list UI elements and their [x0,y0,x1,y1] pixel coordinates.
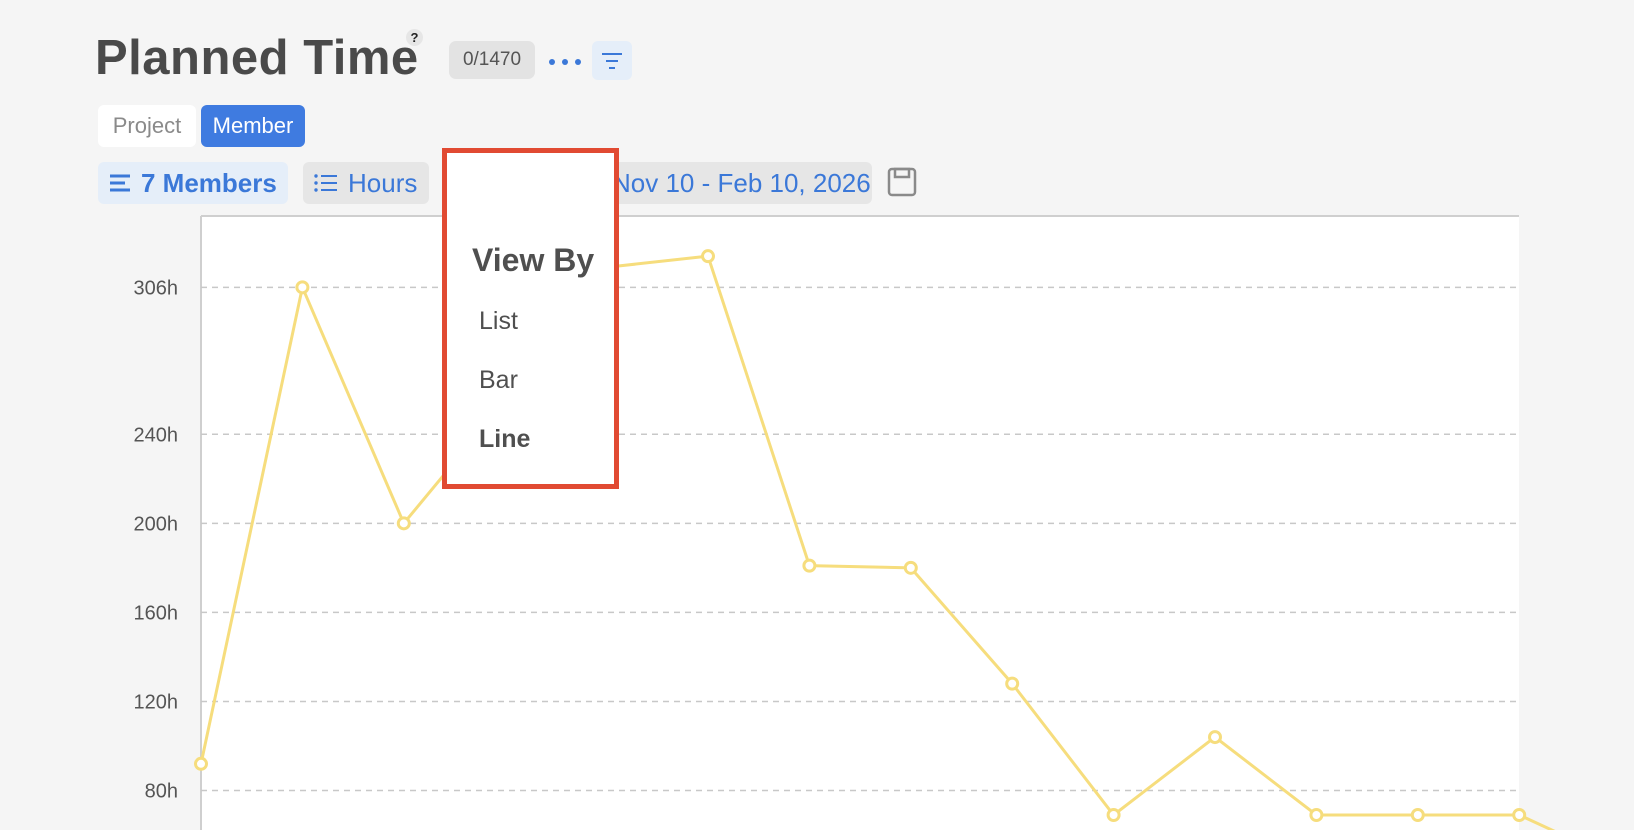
data-point[interactable] [396,516,411,531]
menu-item-bar[interactable]: Bar [479,366,518,395]
data-point[interactable] [802,558,817,573]
y-tick-label: 240h [134,424,179,446]
data-point[interactable] [701,249,715,264]
menu-item-line[interactable]: Line [479,425,530,454]
data-point[interactable] [295,280,310,295]
data-point[interactable] [1106,807,1121,822]
data-point[interactable] [1005,676,1020,691]
view-by-menu: View By List Bar Line [442,148,619,489]
data-point[interactable] [194,756,208,771]
menu-title: View By [472,242,595,278]
y-tick-label: 200h [134,513,179,535]
y-tick-label: 160h [134,602,179,624]
data-point[interactable] [1512,807,1527,822]
y-tick-label: 80h [145,781,178,803]
planned-time-line-chart: 306h 240h 200h 160h 120h 80h [134,215,1556,830]
y-tick-label: 306h [134,277,179,299]
data-point[interactable] [1208,730,1222,745]
data-point[interactable] [1410,807,1425,822]
y-tick-label: 120h [134,691,179,713]
data-point[interactable] [1309,807,1324,822]
data-point[interactable] [903,560,918,575]
menu-item-list[interactable]: List [479,307,518,336]
